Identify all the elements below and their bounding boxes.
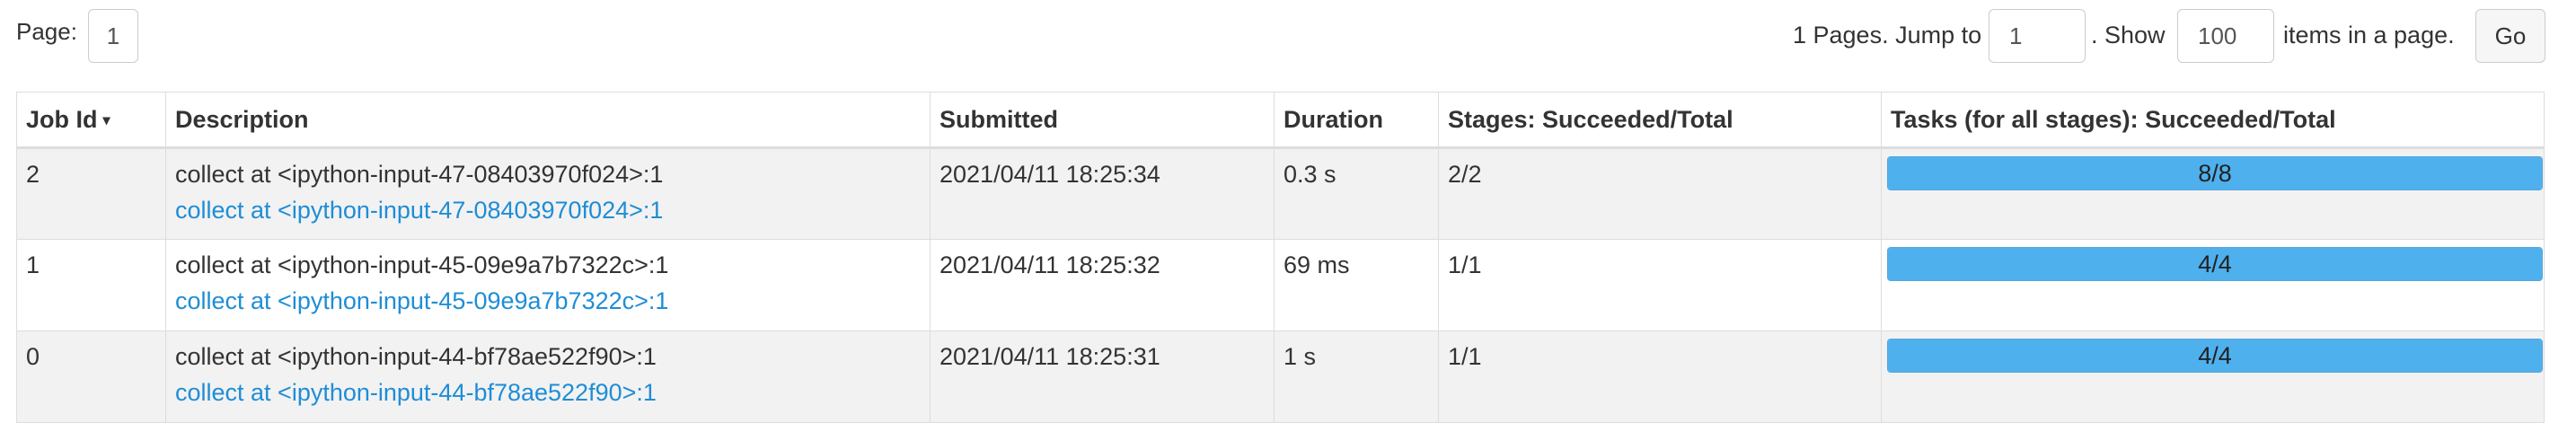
submitted-cell: 2021/04/11 18:25:34 [930, 147, 1275, 240]
submitted-cell: 2021/04/11 18:25:32 [930, 239, 1275, 331]
page-label: Page: [16, 18, 77, 45]
tasks-progress-bar: 4/4 [1887, 339, 2543, 373]
show-label: . Show [2091, 22, 2166, 48]
submitted-time: 2021/04/11 18:25:31 [940, 343, 1160, 370]
duration-cell: 0.3 s [1274, 147, 1439, 240]
stages-count: 1/1 [1448, 343, 1482, 370]
job-id-cell: 0 [16, 330, 166, 423]
submitted-cell: 2021/04/11 18:25:31 [930, 330, 1275, 423]
stages-cell: 1/1 [1438, 239, 1882, 331]
header-stages-label: Stages: Succeeded/Total [1448, 105, 1734, 133]
sort-descending-icon: ▾ [102, 113, 110, 129]
duration-cell: 1 s [1274, 330, 1439, 423]
job-description: collect at <ipython-input-45-09e9a7b7322… [175, 251, 669, 278]
tasks-progress-label: 4/4 [2198, 251, 2232, 278]
duration-cell: 69 ms [1274, 239, 1439, 331]
tasks-progress-bar: 4/4 [1887, 247, 2543, 281]
job-description-link[interactable]: collect at <ipython-input-45-09e9a7b7322… [175, 283, 921, 319]
header-tasks[interactable]: Tasks (for all stages): Succeeded/Total [1881, 92, 2545, 149]
job-id-cell: 2 [16, 147, 166, 240]
items-per-page-label: items in a page. [2283, 22, 2455, 48]
job-id-cell: 1 [16, 239, 166, 331]
stages-count: 1/1 [1448, 251, 1482, 278]
job-description: collect at <ipython-input-44-bf78ae522f9… [175, 343, 657, 370]
stages-count: 2/2 [1448, 161, 1482, 188]
header-job-id-label: Job Id [26, 105, 98, 133]
stages-cell: 2/2 [1438, 147, 1882, 240]
submitted-time: 2021/04/11 18:25:32 [940, 251, 1160, 278]
header-job-id[interactable]: Job Id ▾ [16, 92, 166, 149]
page-number-input[interactable] [88, 9, 138, 63]
header-submitted[interactable]: Submitted [930, 92, 1275, 149]
header-submitted-label: Submitted [940, 105, 1058, 133]
table-header-row: Job Id ▾ Description Submitted Duration S… [16, 92, 2545, 149]
header-tasks-label: Tasks (for all stages): Succeeded/Total [1891, 105, 2336, 133]
header-duration[interactable]: Duration [1274, 92, 1439, 149]
description-cell: collect at <ipython-input-47-08403970f02… [165, 147, 931, 240]
table-row: 0 collect at <ipython-input-44-bf78ae522… [16, 330, 2545, 423]
jobs-table: Job Id ▾ Description Submitted Duration S… [16, 92, 2545, 423]
submitted-time: 2021/04/11 18:25:34 [940, 161, 1160, 188]
description-cell: collect at <ipython-input-45-09e9a7b7322… [165, 239, 931, 331]
tasks-cell: 8/8 [1881, 147, 2545, 240]
table-row: 2 collect at <ipython-input-47-08403970f… [16, 147, 2545, 240]
job-id: 1 [26, 251, 40, 278]
duration: 1 s [1284, 343, 1317, 370]
header-description-label: Description [175, 105, 309, 133]
stages-cell: 1/1 [1438, 330, 1882, 423]
tasks-progress-label: 8/8 [2198, 160, 2232, 187]
duration: 0.3 s [1284, 161, 1337, 188]
header-description[interactable]: Description [165, 92, 931, 149]
table-row: 1 collect at <ipython-input-45-09e9a7b73… [16, 239, 2545, 331]
job-description: collect at <ipython-input-47-08403970f02… [175, 161, 664, 188]
job-id: 2 [26, 161, 40, 188]
pagination-bar: Page: 1 Pages. Jump to . Show items in a… [0, 0, 2576, 72]
page-size-input[interactable] [2177, 9, 2274, 63]
job-description-link[interactable]: collect at <ipython-input-47-08403970f02… [175, 192, 921, 228]
header-duration-label: Duration [1284, 105, 1383, 133]
tasks-cell: 4/4 [1881, 330, 2545, 423]
tasks-progress-bar: 8/8 [1887, 156, 2543, 190]
header-stages[interactable]: Stages: Succeeded/Total [1438, 92, 1882, 149]
job-id: 0 [26, 343, 40, 370]
duration: 69 ms [1284, 251, 1350, 278]
job-description-link[interactable]: collect at <ipython-input-44-bf78ae522f9… [175, 375, 921, 410]
tasks-progress-label: 4/4 [2198, 342, 2232, 369]
description-cell: collect at <ipython-input-44-bf78ae522f9… [165, 330, 931, 423]
go-button[interactable]: Go [2475, 9, 2545, 63]
jump-to-page-input[interactable] [1989, 9, 2086, 63]
pages-jump-label: 1 Pages. Jump to [1793, 22, 1982, 48]
tasks-cell: 4/4 [1881, 239, 2545, 331]
